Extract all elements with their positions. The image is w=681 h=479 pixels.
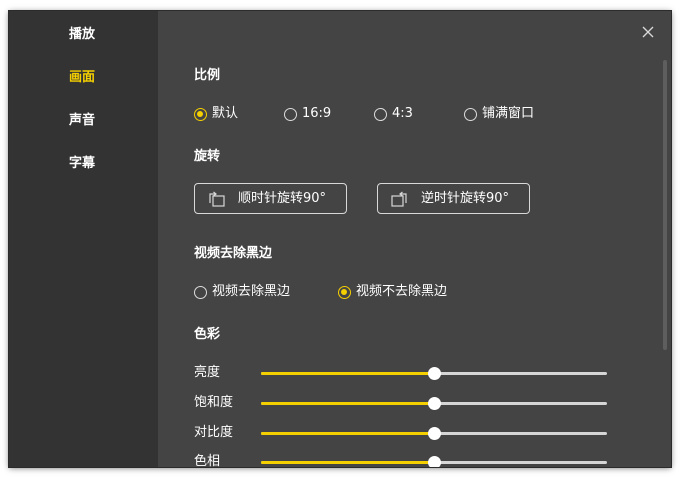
sidebar-item-subtitles[interactable]: 字幕 <box>69 156 95 172</box>
saturation-label: 饱和度 <box>194 395 234 410</box>
aspect-option-label: 4:3 <box>392 106 413 121</box>
radio-unchecked-icon <box>464 107 477 121</box>
radio-unchecked-icon <box>194 285 207 299</box>
hue-label: 色相 <box>194 454 221 467</box>
hue-slider[interactable] <box>261 456 607 467</box>
aspect-option-fill-window[interactable]: 铺满窗口 <box>464 105 534 123</box>
color-section-title: 色彩 <box>194 327 221 342</box>
sidebar-item-playback[interactable]: 播放 <box>69 27 95 43</box>
aspect-option-4-3[interactable]: 4:3 <box>374 105 413 123</box>
aspect-option-default[interactable]: 默认 <box>194 105 238 123</box>
radio-checked-icon <box>338 285 351 299</box>
saturation-slider-fill <box>261 402 434 405</box>
sidebar-item-sound[interactable]: 声音 <box>69 113 95 129</box>
rotate-section-title: 旋转 <box>194 149 221 164</box>
black-border-option-label: 视频去除黑边 <box>212 284 291 299</box>
contrast-slider[interactable] <box>261 427 607 440</box>
vertical-scrollbar[interactable] <box>663 60 667 350</box>
brightness-label: 亮度 <box>194 365 221 380</box>
contrast-slider-fill <box>261 432 434 435</box>
black-border-section-title: 视频去除黑边 <box>194 246 273 261</box>
black-border-option-keep[interactable]: 视频不去除黑边 <box>338 283 447 301</box>
rotate-counterclockwise-label: 逆时针旋转90° <box>421 190 510 206</box>
radio-checked-icon <box>194 107 207 121</box>
hue-slider-thumb[interactable] <box>428 456 441 467</box>
sidebar: 播放 画面 声音 字幕 <box>9 11 158 467</box>
saturation-slider-row: 饱和度 <box>194 394 614 412</box>
black-border-option-label: 视频不去除黑边 <box>356 284 448 299</box>
radio-unchecked-icon <box>284 107 297 121</box>
brightness-slider[interactable] <box>261 367 607 380</box>
aspect-option-label: 16:9 <box>302 106 332 121</box>
hue-slider-row: 色相 <box>194 453 614 467</box>
brightness-slider-thumb[interactable] <box>428 367 441 380</box>
hue-slider-fill <box>261 461 434 464</box>
rotate-clockwise-icon <box>207 189 226 208</box>
saturation-slider-thumb[interactable] <box>428 397 441 410</box>
black-border-option-remove[interactable]: 视频去除黑边 <box>194 283 290 301</box>
aspect-section-title: 比例 <box>194 68 221 83</box>
contrast-label: 对比度 <box>194 425 234 440</box>
aspect-option-16-9[interactable]: 16:9 <box>284 105 331 123</box>
rotate-counterclockwise-icon <box>390 189 409 208</box>
aspect-option-label: 铺满窗口 <box>482 106 535 121</box>
rotate-clockwise-button[interactable]: 顺时针旋转90° <box>194 183 347 214</box>
settings-window: 播放 画面 声音 字幕 比例 默认 16:9 4:3 铺满窗口 旋转 顺时针旋转… <box>9 11 671 467</box>
brightness-slider-fill <box>261 372 434 375</box>
saturation-slider[interactable] <box>261 397 607 410</box>
contrast-slider-thumb[interactable] <box>428 427 441 440</box>
radio-unchecked-icon <box>374 107 387 121</box>
rotate-clockwise-label: 顺时针旋转90° <box>238 190 327 206</box>
picture-settings-panel: 比例 默认 16:9 4:3 铺满窗口 旋转 顺时针旋转90° 逆时针旋转90°… <box>158 11 671 467</box>
rotate-counterclockwise-button[interactable]: 逆时针旋转90° <box>377 183 530 214</box>
brightness-slider-row: 亮度 <box>194 364 614 382</box>
contrast-slider-row: 对比度 <box>194 424 614 442</box>
sidebar-item-picture[interactable]: 画面 <box>69 70 95 86</box>
aspect-option-label: 默认 <box>212 106 239 121</box>
